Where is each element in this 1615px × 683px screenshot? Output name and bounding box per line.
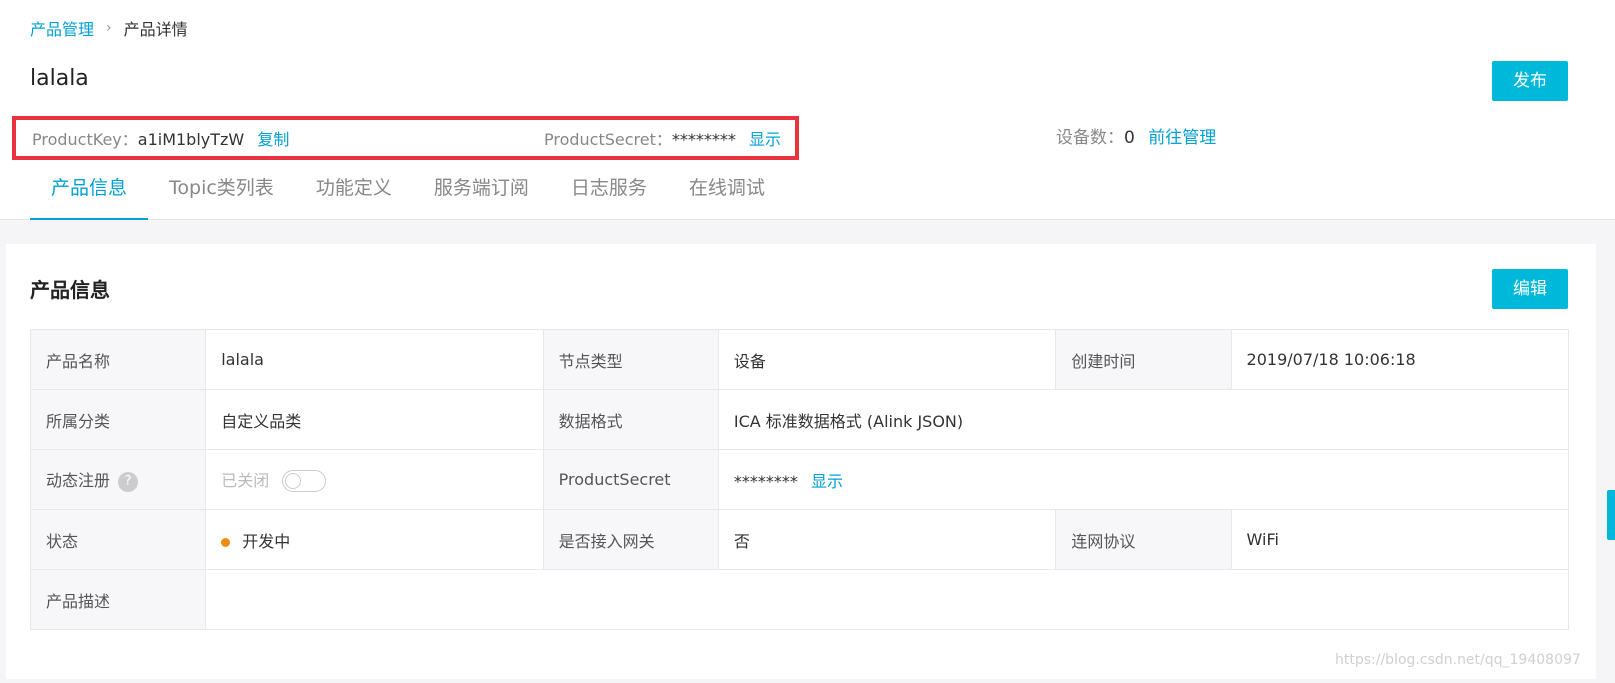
dynamic-register-toggle[interactable] bbox=[282, 470, 327, 493]
description-label: 产品描述 bbox=[29, 569, 207, 630]
tab-online-debug[interactable]: 在线调试 bbox=[668, 172, 786, 220]
chevron-right-icon: › bbox=[106, 20, 112, 36]
table-row: 动态注册? 已关闭 ProductSecret ******** 显示 bbox=[29, 449, 1570, 510]
breadcrumb-product-management[interactable]: 产品管理 bbox=[30, 16, 94, 40]
product-name-value: lalala bbox=[205, 329, 544, 390]
protocol-label: 连网协议 bbox=[1055, 509, 1232, 570]
status-value: 开发中 bbox=[242, 531, 291, 551]
gateway-label: 是否接入网关 bbox=[542, 509, 719, 570]
page-header: 产品管理 › 产品详情 lalala 发布 ProductKey：a1iM1bl… bbox=[0, 0, 1615, 220]
tab-topic-list[interactable]: Topic类列表 bbox=[148, 172, 295, 220]
device-count: 设备数：0 前往管理 bbox=[1056, 123, 1216, 148]
device-count-value: 0 bbox=[1124, 128, 1135, 148]
tab-product-info[interactable]: 产品信息 bbox=[30, 172, 149, 220]
copy-link[interactable]: 复制 bbox=[257, 130, 289, 149]
watermark: https://blog.csdn.net/qq_19408097 bbox=[1335, 652, 1581, 668]
status-dot bbox=[221, 537, 231, 547]
product-key-label: ProductKey： bbox=[32, 130, 138, 149]
breadcrumb-current: 产品详情 bbox=[123, 20, 188, 39]
section-title: 产品信息 bbox=[30, 278, 110, 302]
category-label: 所属分类 bbox=[29, 389, 207, 450]
dynamic-register-cell: 动态注册? bbox=[29, 449, 207, 510]
tab-function-definition[interactable]: 功能定义 bbox=[295, 172, 413, 220]
tab-server-subscription[interactable]: 服务端订阅 bbox=[413, 172, 550, 220]
node-type-label: 节点类型 bbox=[542, 329, 719, 390]
manage-devices-link[interactable]: 前往管理 bbox=[1148, 128, 1216, 148]
data-format-value: ICA 标准数据格式 (Alink JSON) bbox=[717, 389, 1570, 450]
dynamic-register-cell-value: 已关闭 bbox=[205, 449, 544, 510]
edit-button[interactable]: 编辑 bbox=[1492, 269, 1568, 309]
help-icon[interactable]: ? bbox=[118, 471, 139, 492]
product-secret-row-cell: ******** 显示 bbox=[717, 449, 1570, 510]
protocol-value: WiFi bbox=[1230, 509, 1570, 570]
created-time-value: 2019/07/18 10:06:18 bbox=[1230, 329, 1570, 390]
show-secret-row-link[interactable]: 显示 bbox=[811, 472, 843, 491]
table-row: 产品名称 lalala 节点类型 设备 创建时间 2019/07/18 10:0… bbox=[29, 329, 1570, 390]
breadcrumb: 产品管理 › 产品详情 bbox=[30, 16, 188, 40]
table-row: 所属分类 自定义品类 数据格式 ICA 标准数据格式 (Alink JSON) bbox=[29, 389, 1570, 450]
product-secret-row-value: ******** bbox=[733, 471, 798, 491]
product-secret-row-label: ProductSecret bbox=[542, 449, 719, 510]
side-float-tab[interactable] bbox=[1607, 490, 1615, 540]
table-row: 产品描述 bbox=[29, 569, 1569, 630]
status-label: 状态 bbox=[29, 509, 207, 570]
category-value: 自定义品类 bbox=[205, 389, 544, 450]
product-keys-highlight: ProductKey：a1iM1blyTzW 复制 ProductSecret：… bbox=[12, 116, 799, 160]
tab-log-service[interactable]: 日志服务 bbox=[550, 172, 668, 220]
node-type-value: 设备 bbox=[717, 329, 1057, 390]
toggle-knob bbox=[285, 473, 302, 490]
product-info-table: 产品名称 lalala 节点类型 设备 创建时间 2019/07/18 10:0… bbox=[29, 329, 1570, 630]
data-format-label: 数据格式 bbox=[542, 389, 719, 450]
product-key-value: a1iM1blyTzW bbox=[137, 130, 245, 149]
tab-bar: 产品信息 Topic类列表 功能定义 服务端订阅 日志服务 在线调试 bbox=[30, 172, 786, 220]
product-name-label: 产品名称 bbox=[29, 329, 207, 390]
created-time-label: 创建时间 bbox=[1055, 329, 1232, 390]
product-key: ProductKey：a1iM1blyTzW 复制 bbox=[32, 126, 289, 150]
page-title: lalala bbox=[30, 66, 89, 91]
product-secret-label: ProductSecret： bbox=[544, 130, 672, 149]
product-secret-value: ******** bbox=[671, 130, 736, 149]
dynamic-register-value: 已关闭 bbox=[221, 470, 270, 490]
device-count-label: 设备数： bbox=[1056, 128, 1124, 148]
status-cell: 开发中 bbox=[205, 509, 544, 570]
table-row: 状态 开发中 是否接入网关 否 连网协议 WiFi bbox=[29, 509, 1570, 570]
dynamic-register-label: 动态注册 bbox=[46, 471, 111, 491]
publish-button[interactable]: 发布 bbox=[1492, 61, 1568, 101]
product-secret: ProductSecret：******** 显示 bbox=[544, 126, 781, 150]
product-info-card: 产品信息 编辑 产品名称 lalala 节点类型 设备 创建时间 2019/07… bbox=[6, 244, 1596, 679]
show-secret-link[interactable]: 显示 bbox=[749, 130, 781, 149]
description-value bbox=[205, 569, 1569, 630]
gateway-value: 否 bbox=[717, 509, 1057, 570]
